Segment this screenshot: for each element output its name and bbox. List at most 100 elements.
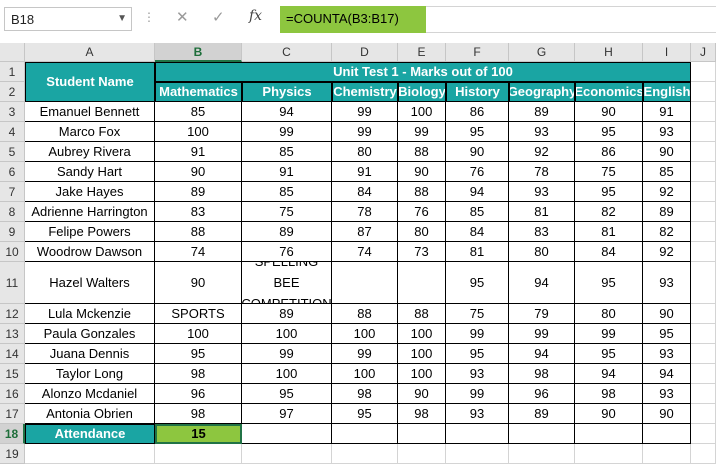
mark-cell[interactable]: 98 [155,404,242,424]
mark-cell[interactable]: 85 [242,142,332,162]
mark-cell[interactable]: 99 [446,324,509,344]
subject-header-geography[interactable]: Geography [509,82,575,102]
mark-cell[interactable]: 94 [643,364,691,384]
mark-cell[interactable]: 95 [242,384,332,404]
mark-cell[interactable]: 94 [509,344,575,364]
mark-cell[interactable]: 87 [332,222,398,242]
column-header-f[interactable]: F [446,43,509,62]
empty-cell[interactable] [691,344,716,364]
column-header-h[interactable]: H [575,43,643,62]
mark-cell[interactable]: 99 [242,122,332,142]
mark-cell[interactable]: 85 [643,162,691,182]
mark-cell[interactable]: 78 [332,202,398,222]
empty-cell[interactable] [691,182,716,202]
cancel-icon[interactable]: ✕ [176,8,189,26]
row-header-17[interactable]: 17 [0,404,25,424]
mark-cell[interactable]: 84 [575,242,643,262]
mark-cell[interactable]: 90 [575,102,643,122]
mark-cell[interactable]: 95 [446,344,509,364]
column-header-j[interactable]: J [691,43,716,62]
mark-cell[interactable]: 98 [575,384,643,404]
row-header-15[interactable]: 15 [0,364,25,384]
mark-cell[interactable]: 89 [509,102,575,122]
empty-cell[interactable] [332,444,398,464]
column-header-e[interactable]: E [398,43,446,62]
column-header-c[interactable]: C [242,43,332,62]
mark-cell[interactable]: 92 [509,142,575,162]
mark-cell[interactable]: 100 [332,364,398,384]
mark-cell[interactable]: 90 [155,262,242,304]
mark-cell[interactable]: SPELLING BEE COMPETITION [242,262,332,304]
empty-cell[interactable] [691,82,716,102]
mark-cell[interactable]: 95 [575,344,643,364]
row-header-12[interactable]: 12 [0,304,25,324]
chevron-down-icon[interactable]: ▼ [117,13,127,24]
mark-cell[interactable]: 88 [332,304,398,324]
row-header-2[interactable]: 2 [0,82,25,102]
mark-cell[interactable]: 96 [509,384,575,404]
empty-cell[interactable] [691,364,716,384]
mark-cell[interactable]: 76 [398,202,446,222]
mark-cell[interactable]: 100 [398,102,446,122]
mark-cell[interactable]: 99 [446,384,509,404]
mark-cell[interactable]: 89 [509,404,575,424]
empty-cell[interactable] [643,424,691,444]
mark-cell[interactable]: 75 [242,202,332,222]
mark-cell[interactable]: 99 [398,122,446,142]
mark-cell[interactable]: 75 [575,162,643,182]
mark-cell[interactable]: 99 [332,122,398,142]
select-all-corner[interactable] [0,43,25,62]
mark-cell[interactable]: 88 [398,304,446,324]
row-header-9[interactable]: 9 [0,222,25,242]
empty-cell[interactable] [509,444,575,464]
empty-cell[interactable] [691,324,716,344]
mark-cell[interactable]: 91 [643,102,691,122]
student-name-header[interactable]: Student Name [25,62,155,102]
student-name-cell[interactable]: Antonia Obrien [25,404,155,424]
mark-cell[interactable]: 95 [575,262,643,304]
mark-cell[interactable]: 90 [643,142,691,162]
row-header-5[interactable]: 5 [0,142,25,162]
mark-cell[interactable]: 82 [575,202,643,222]
row-header-8[interactable]: 8 [0,202,25,222]
mark-cell[interactable]: 92 [643,182,691,202]
empty-cell[interactable] [446,424,509,444]
mark-cell[interactable]: 75 [446,304,509,324]
mark-cell[interactable]: 78 [509,162,575,182]
mark-cell[interactable]: 85 [155,102,242,122]
empty-cell[interactable] [691,202,716,222]
mark-cell[interactable]: 99 [332,102,398,122]
mark-cell[interactable]: 98 [509,364,575,384]
row-header-11[interactable]: 11 [0,262,25,304]
mark-cell[interactable]: 95 [332,404,398,424]
student-name-cell[interactable]: Jake Hayes [25,182,155,202]
subject-header-physics[interactable]: Physics [242,82,332,102]
mark-cell[interactable]: 85 [446,202,509,222]
empty-cell[interactable] [509,424,575,444]
mark-cell[interactable]: 81 [446,242,509,262]
mark-cell[interactable]: 76 [242,242,332,262]
mark-cell[interactable]: 92 [643,242,691,262]
mark-cell[interactable]: 93 [643,262,691,304]
mark-cell[interactable]: 95 [155,344,242,364]
mark-cell[interactable]: 95 [643,324,691,344]
mark-cell[interactable]: 95 [575,122,643,142]
mark-cell[interactable]: 98 [155,364,242,384]
row-header-19[interactable]: 19 [0,444,25,464]
empty-cell[interactable] [691,242,716,262]
mark-cell[interactable]: 73 [398,242,446,262]
mark-cell[interactable]: 80 [398,222,446,242]
mark-cell[interactable]: 88 [155,222,242,242]
mark-cell[interactable]: 99 [509,324,575,344]
mark-cell[interactable]: 94 [509,262,575,304]
mark-cell[interactable]: 90 [155,162,242,182]
student-name-cell[interactable]: Lula Mckenzie [25,304,155,324]
mark-cell[interactable]: 94 [446,182,509,202]
empty-cell[interactable] [155,444,242,464]
mark-cell[interactable]: 100 [155,324,242,344]
mark-cell[interactable]: 93 [446,404,509,424]
empty-cell[interactable] [691,222,716,242]
student-name-cell[interactable]: Paula Gonzales [25,324,155,344]
row-header-16[interactable]: 16 [0,384,25,404]
mark-cell[interactable]: 74 [332,242,398,262]
